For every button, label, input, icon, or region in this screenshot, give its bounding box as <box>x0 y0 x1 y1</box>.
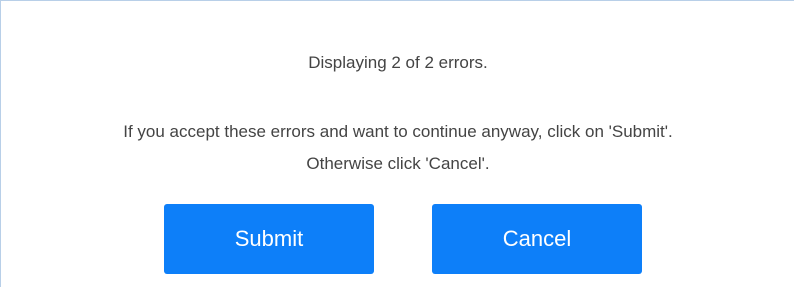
error-count-text: Displaying 2 of 2 errors. <box>308 53 488 72</box>
cancel-button[interactable]: Cancel <box>432 204 642 274</box>
error-confirmation-dialog: Displaying 2 of 2 errors. If you accept … <box>0 0 794 287</box>
confirmation-message-line-1: If you accept these errors and want to c… <box>123 122 673 141</box>
submit-button[interactable]: Submit <box>164 204 374 274</box>
confirmation-message: If you accept these errors and want to c… <box>1 116 794 180</box>
confirmation-message-line-2: Otherwise click 'Cancel'. <box>306 154 490 173</box>
